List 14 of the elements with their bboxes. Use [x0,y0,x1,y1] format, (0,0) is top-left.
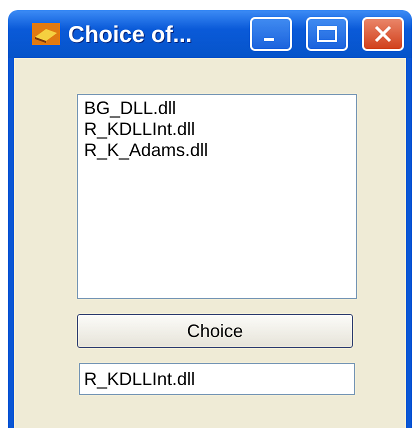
choice-button[interactable]: Choice [77,314,353,348]
selected-file-field[interactable]: R_KDLLInt.dll [79,363,355,395]
maximize-icon [316,25,338,43]
app-icon [32,23,60,45]
window-title: Choice of... [68,20,193,48]
list-item[interactable]: R_KDLLInt.dll [84,119,350,140]
list-item[interactable]: BG_DLL.dll [84,98,350,119]
minimize-button[interactable] [250,17,292,51]
close-button[interactable] [362,17,404,51]
minimize-icon [264,38,274,40]
file-list[interactable]: BG_DLL.dll R_KDLLInt.dll R_K_Adams.dll [77,94,357,299]
close-icon [373,24,393,44]
list-item[interactable]: R_K_Adams.dll [84,140,350,161]
maximize-button[interactable] [306,17,348,51]
